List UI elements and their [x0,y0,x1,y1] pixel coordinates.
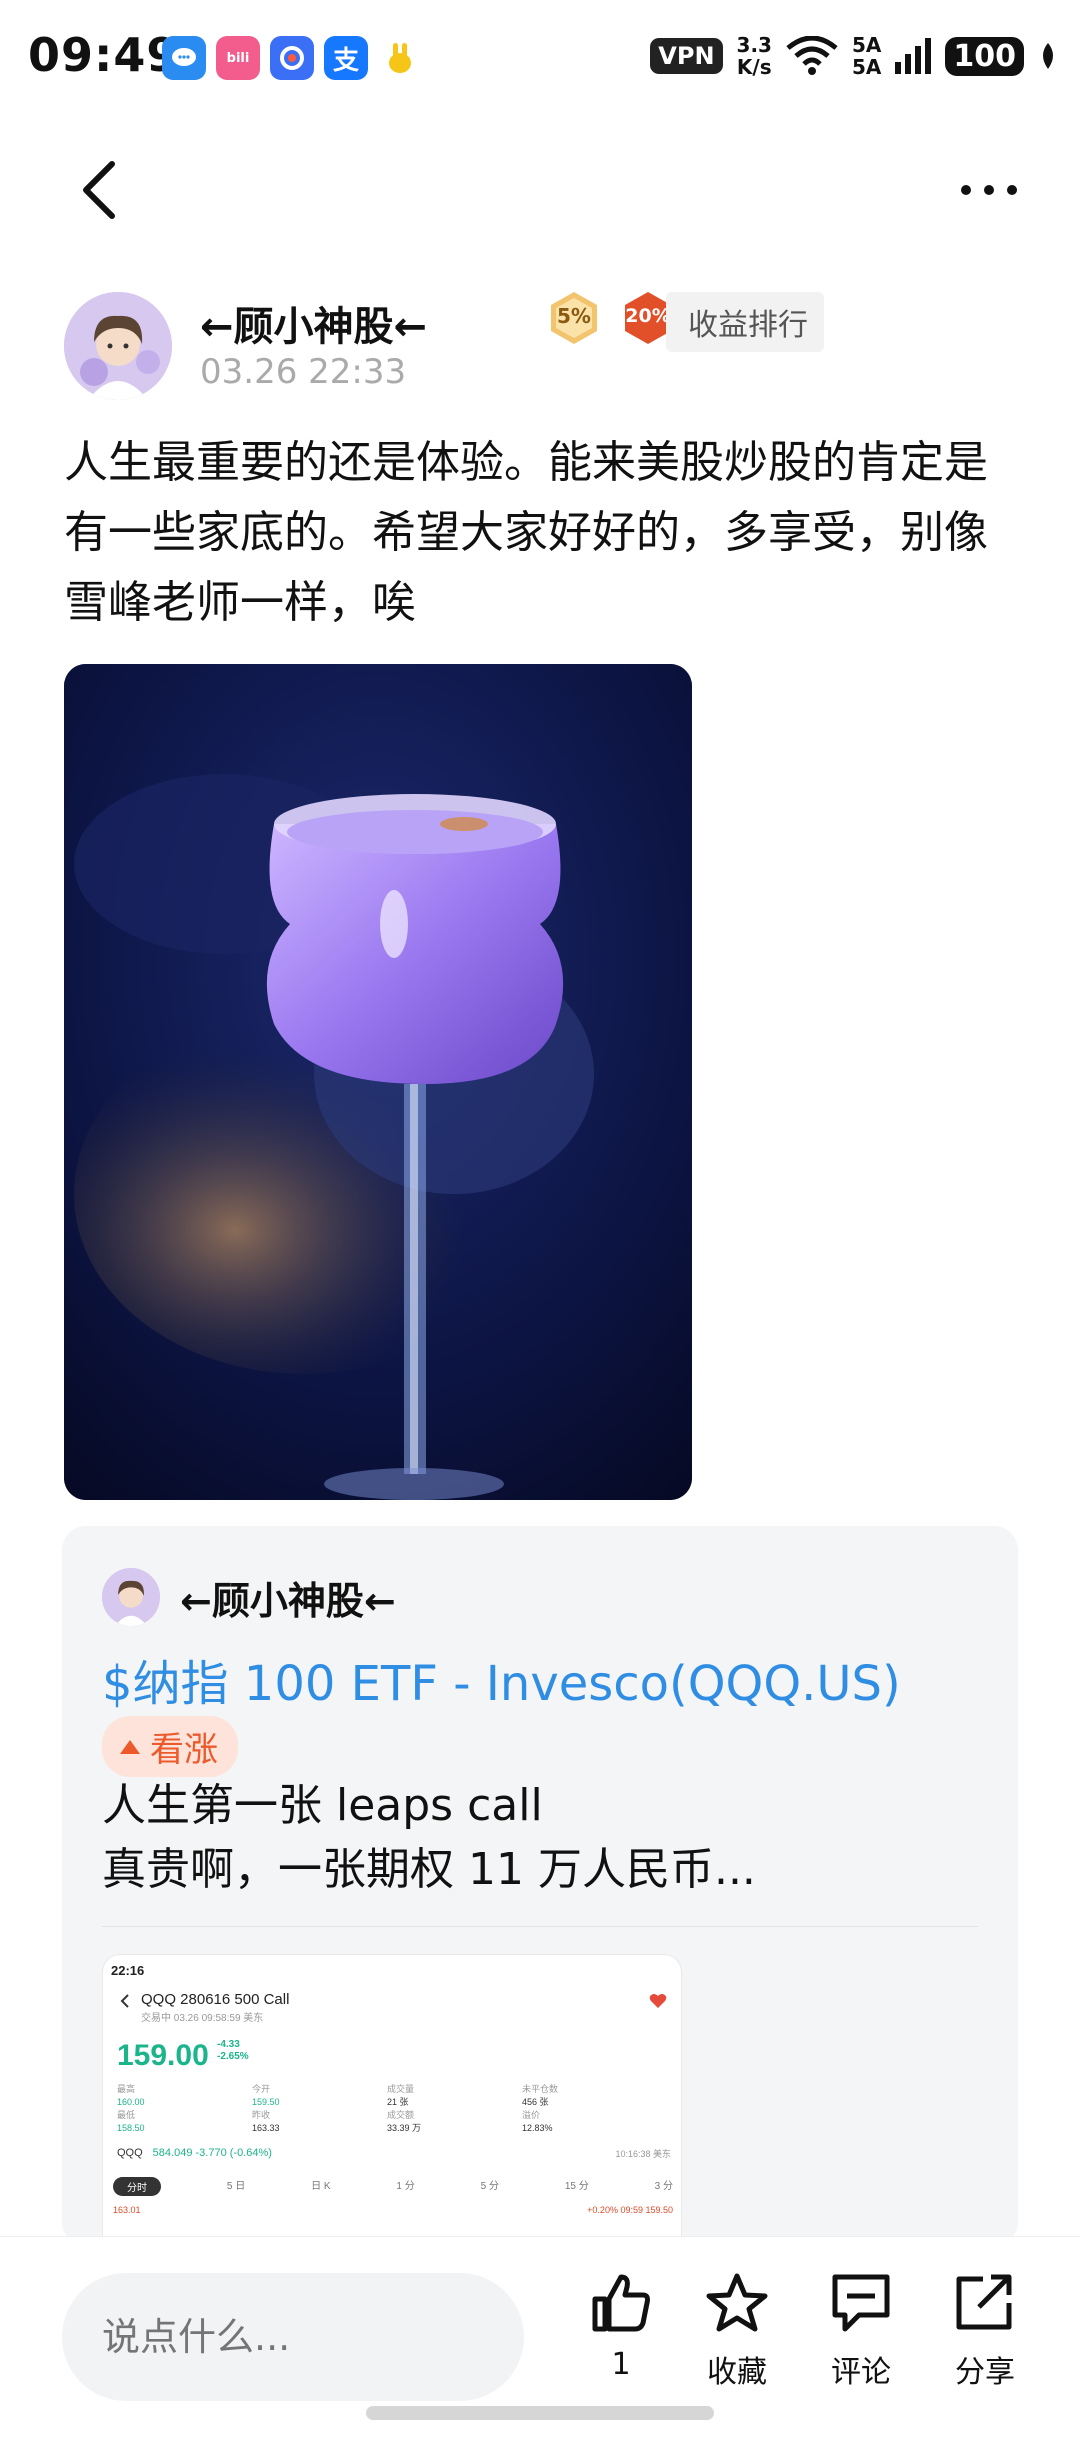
bullish-tag: 看涨 [102,1716,238,1777]
shot-stat: 未平仓数 456 张 溢价 12.83% [522,2084,559,2133]
chevron-left-icon [83,161,115,219]
star-icon [706,2273,768,2332]
quoted-post-card[interactable]: ←顾小神股← $纳指 100 ETF - Invesco(QQQ.US) 看涨 … [62,1526,1018,2246]
quoted-author-name[interactable]: ←顾小神股← [180,1570,396,1625]
bilibili-icon: bili [216,36,260,80]
top-nav [0,150,1080,230]
browser-icon [270,36,314,80]
alipay-icon: 支 [324,36,368,80]
up-triangle-icon [120,1739,140,1754]
shot-status-time: 22:16 [111,1963,145,1978]
chat-app-icon [162,36,206,80]
favorite-button[interactable]: 收藏 [682,2273,792,2413]
sim-labels: 5A 5A [851,33,882,79]
author-name[interactable]: ←顾小神股← [200,294,427,352]
thumbs-up-icon [592,2274,650,2332]
comment-icon [832,2274,890,2332]
more-button[interactable] [954,170,1024,210]
back-button[interactable] [72,158,132,222]
post-time: 03.26 22:33 [200,352,407,392]
shot-underlying-time: 10:16:38 美东 [615,2149,671,2159]
author-row: ←顾小神股← 5% 20% 收益排行 03.26 22:33 [64,286,1024,406]
leaf-icon [1043,43,1053,69]
author-avatar[interactable] [64,292,172,400]
shot-underlying: QQQ 584.049 -3.770 (-0.64%) [117,2147,272,2159]
home-indicator[interactable] [366,2406,714,2420]
shot-tabs: 分时 5 日 日 K 1 分 5 分 15 分 3 分 [113,2177,673,2196]
share-icon [956,2274,1012,2330]
post-text: 人生最重要的还是体验。能来美股炒股的肯定是有一些家底的。希望大家好好的，多享受，… [64,437,988,628]
vpn-badge: VPN [650,38,723,74]
status-bar: 09:49 bili 支 VPN 3.3 K/s 5A 5A 100 [0,0,1080,120]
signal-icon [895,38,932,74]
comment-input[interactable] [62,2273,524,2401]
shot-back-icon [120,1994,129,2008]
shot-price: 159.00 [117,2039,209,2072]
shot-title: QQQ 280616 500 Call [141,1991,290,2008]
comment-button[interactable]: 评论 [806,2273,916,2413]
stock-link[interactable]: $纳指 100 ETF - Invesco(QQQ.US) [102,1644,901,1714]
quoted-author-avatar[interactable] [102,1568,160,1626]
notification-icons: bili 支 [162,36,422,80]
quoted-text: 人生第一张 leaps call 真贵啊，一张期权 11 万人民币... [102,1780,756,1895]
wifi-icon [786,36,838,75]
app-icon [378,36,422,80]
share-button[interactable]: 分享 [930,2273,1040,2413]
status-time: 09:49 [28,28,180,82]
shot-subtitle: 交易中 03.26 09:58:59 美东 [141,2013,264,2024]
like-button[interactable]: 1 [566,2273,676,2413]
shot-chart-row: 163.01 +0.20% 09:59 159.50 [113,2205,673,2215]
shot-stat: 成交量 21 张 成交额 33.39 万 [387,2084,422,2133]
divider [102,1926,978,1927]
battery-level: 100 [945,36,1024,76]
level-badge: 5% [546,290,602,346]
rank-label[interactable]: 收益排行 [666,292,824,352]
net-speed: 3.3 K/s [736,33,772,79]
shot-stat: 最高 160.00 最低 158.50 [117,2084,145,2133]
status-right: VPN 3.3 K/s 5A 5A 100 [650,34,1058,78]
heart-icon [649,1994,667,2008]
more-dots-icon [961,185,1017,195]
quoted-screenshot[interactable]: 22:16 QQQ 280616 500 Call 交易中 03.26 09:5… [102,1954,682,2246]
shot-stat: 今开 159.50 昨收 163.33 [252,2084,280,2133]
shot-change: -4.33 -2.65% [217,2039,249,2062]
post-image[interactable] [64,664,692,1500]
